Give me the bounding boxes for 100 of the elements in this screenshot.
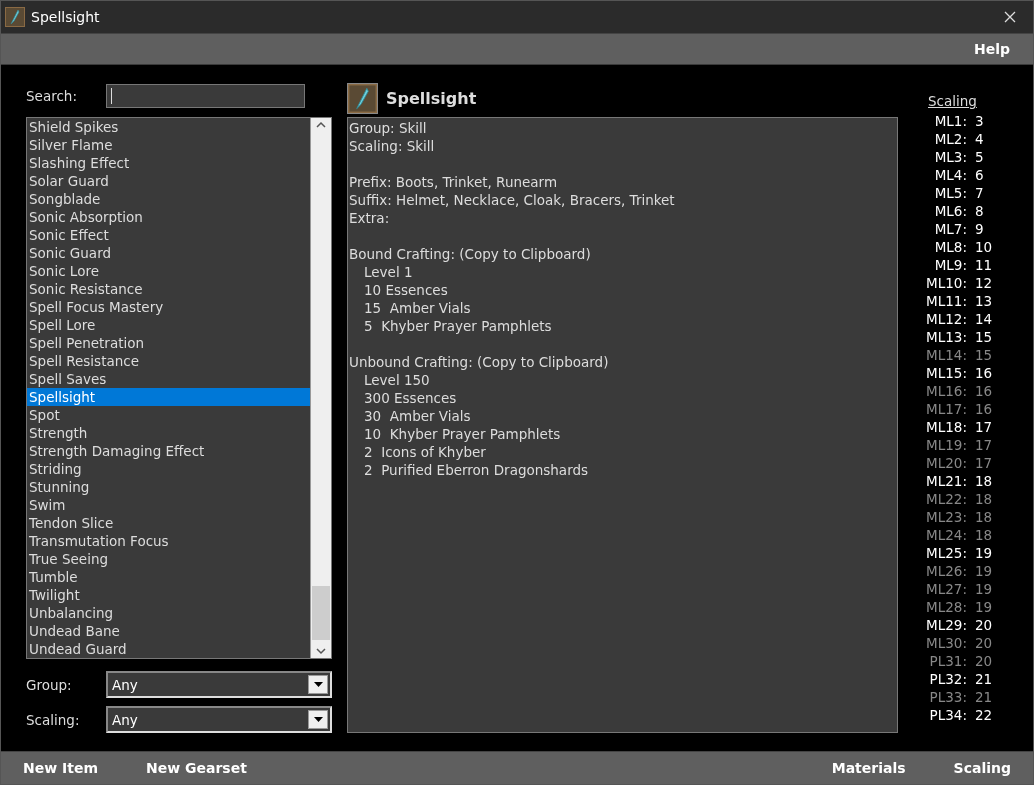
- list-item[interactable]: Sonic Guard: [27, 244, 310, 262]
- list-item[interactable]: Sonic Effect: [27, 226, 310, 244]
- list-item[interactable]: Tumble: [27, 568, 310, 586]
- material-line: 15 Amber Vials: [364, 300, 471, 316]
- scaling-value: 11: [975, 256, 993, 274]
- help-menu[interactable]: Help: [973, 41, 1010, 57]
- list-item[interactable]: Twilight: [27, 586, 310, 604]
- scaling-value: 13: [975, 292, 993, 310]
- copy-link[interactable]: (Copy to Clipboard): [477, 354, 609, 370]
- detail-text: Extra:: [349, 210, 390, 226]
- scaling-value: 14: [975, 310, 993, 328]
- scaling-value: 4: [975, 130, 984, 148]
- scaling-link[interactable]: Scaling: [928, 91, 1003, 111]
- list-item[interactable]: Stunning: [27, 478, 310, 496]
- list-item[interactable]: Sonic Resistance: [27, 280, 310, 298]
- scaling-value: 19: [975, 562, 993, 580]
- list-item[interactable]: Strength: [27, 424, 310, 442]
- scaling-value: 5: [975, 148, 984, 166]
- scaling-level: PL33:: [928, 688, 967, 706]
- detail-text: Scaling: Skill: [349, 138, 435, 154]
- scaling-value: 7: [975, 184, 984, 202]
- list-item[interactable]: Spell Saves: [27, 370, 310, 388]
- scaling-level: ML1:: [933, 112, 967, 130]
- list-item[interactable]: Striding: [27, 460, 310, 478]
- detail-text: Suffix: Helmet, Necklace, Cloak, Bracers, Trinket: [349, 192, 675, 208]
- dropdown-arrow-icon: [313, 717, 323, 722]
- scaling-value: 17: [975, 418, 993, 436]
- list-item[interactable]: Spell Resistance: [27, 352, 310, 370]
- list-item[interactable]: Transmutation Focus: [27, 532, 310, 550]
- bottom-bar-button[interactable]: New Gearset: [146, 760, 247, 776]
- scaling-value: 21: [975, 688, 993, 706]
- scaling-level: ML24:: [925, 526, 967, 544]
- scaling-level: ML5:: [933, 184, 967, 202]
- list-item[interactable]: Sonic Lore: [27, 262, 310, 280]
- scaling-level: ML7:: [933, 220, 967, 238]
- dropdown[interactable]: Any: [106, 671, 332, 698]
- scaling-value: 6: [975, 166, 984, 184]
- copy-link[interactable]: (Copy to Clipboard): [459, 246, 591, 262]
- scaling-level: ML12:: [925, 310, 967, 328]
- scaling-level: ML27:: [925, 580, 967, 598]
- scaling-level: ML28:: [925, 598, 967, 616]
- scaling-value: 18: [975, 490, 993, 508]
- scaling-value: 3: [975, 112, 984, 130]
- scaling-level: ML25:: [925, 544, 967, 562]
- scrollbar[interactable]: [310, 118, 331, 658]
- scroll-thumb[interactable]: [312, 586, 330, 640]
- scaling-level: ML10:: [925, 274, 967, 292]
- list-item[interactable]: Unbalancing: [27, 604, 310, 622]
- list-item[interactable]: Slashing Effect: [27, 154, 310, 172]
- material-line: 2 Purified Eberron Dragonshards: [364, 462, 589, 478]
- dropdown[interactable]: Any: [106, 706, 332, 733]
- list-item[interactable]: Solar Guard: [27, 172, 310, 190]
- scaling-value: 19: [975, 580, 993, 598]
- list-item[interactable]: Swim: [27, 496, 310, 514]
- list-item[interactable]: Spell Penetration: [27, 334, 310, 352]
- crafting-heading: Unbound Crafting:: [349, 354, 473, 370]
- scaling-level: ML4:: [933, 166, 967, 184]
- list-item[interactable]: Undead Bane: [27, 622, 310, 640]
- scaling-value: 17: [975, 454, 993, 472]
- scaling-value: 19: [975, 544, 993, 562]
- scaling-level: ML18:: [925, 418, 967, 436]
- scaling-level: ML22:: [925, 490, 967, 508]
- window-title: Spellsight: [31, 9, 101, 25]
- scaling-value: 9: [975, 220, 984, 238]
- material-line: 300 Essences: [364, 390, 457, 406]
- list-item[interactable]: Spell Lore: [27, 316, 310, 334]
- list-item[interactable]: Tendon Slice: [27, 514, 310, 532]
- bottom-bar-button[interactable]: Scaling: [953, 760, 1011, 776]
- scaling-value: 10: [975, 238, 993, 256]
- search-field[interactable]: [106, 83, 305, 108]
- list-item[interactable]: True Seeing: [27, 550, 310, 568]
- list-item[interactable]: Songblade: [27, 190, 310, 208]
- list-item[interactable]: Silver Flame: [27, 136, 310, 154]
- detail-text: Group: Skill: [349, 120, 427, 136]
- material-line: 30 Amber Vials: [364, 408, 471, 424]
- scaling-value: 18: [975, 526, 993, 544]
- scaling-level: ML14:: [925, 346, 967, 364]
- bottom-bar-button[interactable]: Materials: [831, 760, 906, 776]
- scaling-level: PL34:: [928, 706, 967, 724]
- search-label: Search:: [26, 87, 78, 104]
- list-item[interactable]: Undead Guard: [27, 640, 310, 658]
- material-line: Level 1: [364, 264, 413, 280]
- scaling-level: ML23:: [925, 508, 967, 526]
- list-item[interactable]: Spot: [27, 406, 310, 424]
- list-item[interactable]: Spellsight: [27, 388, 310, 406]
- list-item[interactable]: Sonic Absorption: [27, 208, 310, 226]
- scaling-value: 22: [975, 706, 993, 724]
- list-item[interactable]: Spell Focus Mastery: [27, 298, 310, 316]
- filter-label: Scaling:: [26, 711, 81, 728]
- bottom-bar-button[interactable]: New Item: [23, 760, 98, 776]
- scaling-level: ML13:: [925, 328, 967, 346]
- scaling-value: 8: [975, 202, 984, 220]
- scaling-value: 19: [975, 598, 993, 616]
- material-line: 2 Icons of Khyber: [364, 444, 486, 460]
- scaling-level: PL31:: [928, 652, 967, 670]
- scaling-level: ML21:: [925, 472, 967, 490]
- scaling-level: ML2:: [933, 130, 967, 148]
- list-item[interactable]: Strength Damaging Effect: [27, 442, 310, 460]
- list-item[interactable]: Shield Spikes: [27, 118, 310, 136]
- scaling-value: 20: [975, 616, 993, 634]
